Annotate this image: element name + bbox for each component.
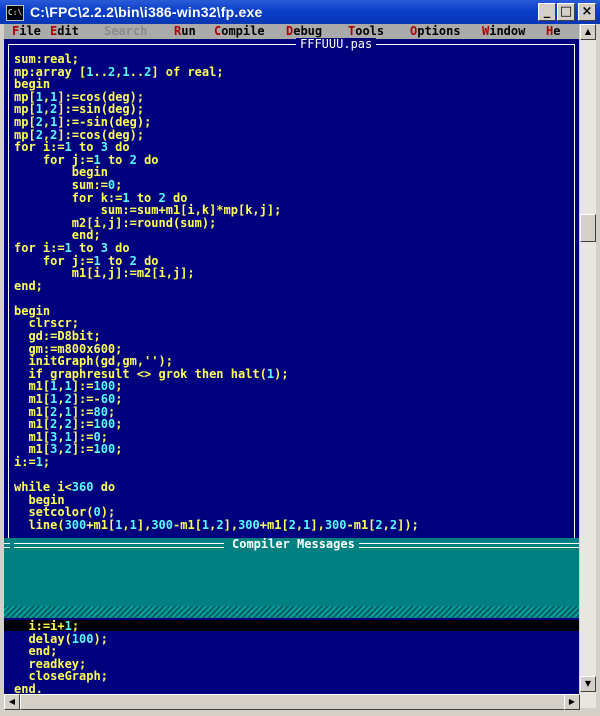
editor-code-bottom[interactable]: i:=i+1; delay(100); end; readkey; closeG… — [14, 620, 108, 696]
menu-item-7[interactable]: Options — [410, 25, 461, 38]
code-line[interactable]: m1[i,j]:=m2[i,j]; — [14, 267, 419, 280]
menu-item-2[interactable]: Search — [104, 25, 147, 38]
console-area[interactable]: File Edit Search Run Compile Debug Tools Option… — [4, 24, 579, 708]
minimize-button[interactable]: _ — [538, 3, 556, 21]
code-line[interactable]: for i:=1 to 3 do — [14, 141, 419, 154]
code-line[interactable]: gd:=D8bit; — [14, 330, 419, 343]
code-line[interactable]: sum:=sum+m1[i,k]*mp[k,j]; — [14, 204, 419, 217]
code-line[interactable]: i:=i+1; — [14, 620, 108, 633]
menu-item-8[interactable]: Window — [482, 25, 525, 38]
maximize-button[interactable]: □ — [557, 3, 575, 21]
close-button[interactable]: × — [578, 3, 596, 21]
editor-file-title[interactable]: FFFUUU.pas — [296, 38, 377, 51]
code-line[interactable]: m1[2,2]:=100; — [14, 418, 419, 431]
window-title: C:\FPC\2.2.2\bin\i386-win32\fp.exe — [30, 4, 263, 20]
horizontal-scrollbar[interactable]: ◀ ▶ — [4, 694, 580, 710]
ide-menu-bar: File Edit Search Run Compile Debug Tools Option… — [4, 24, 579, 39]
code-line[interactable]: sum:=0; — [14, 179, 419, 192]
menu-item-0[interactable]: File — [12, 25, 41, 38]
scroll-up-arrow-icon[interactable]: ▲ — [580, 24, 596, 40]
window-divider-hatch — [4, 606, 579, 618]
code-line[interactable]: mp:array [1..2,1..2] of real; — [14, 65, 419, 79]
scroll-thumb[interactable] — [580, 214, 596, 242]
console-app-icon[interactable]: C:\ — [6, 5, 24, 21]
menu-item-3[interactable]: Run — [174, 25, 196, 38]
editor-code-top[interactable]: sum:real; mp:array [1..2,1..2] of real; be… — [14, 53, 419, 532]
code-line[interactable]: mp[2,1]:=-sin(deg); — [14, 116, 419, 129]
horizontal-scroll-thumb[interactable] — [20, 694, 568, 710]
menu-item-4[interactable]: Compile — [214, 25, 265, 38]
code-line[interactable]: i:=1; — [14, 456, 419, 469]
menu-item-1[interactable]: Edit — [50, 25, 79, 38]
code-line[interactable]: sum:real; — [14, 53, 419, 66]
code-line[interactable]: initGraph(gd,gm,''); — [14, 355, 419, 368]
vertical-scrollbar[interactable]: ▲ ▼ — [580, 24, 596, 708]
compiler-messages-panel[interactable] — [4, 552, 579, 606]
code-line[interactable]: line(300+m1[1,1],300-m1[1,2],300+m1[2,1]… — [14, 519, 418, 532]
code-line[interactable] — [14, 292, 419, 305]
code-line[interactable]: m1[3,2]:=100; — [14, 443, 419, 456]
menu-item-9[interactable]: He — [546, 25, 560, 38]
code-line[interactable]: begin — [14, 78, 419, 91]
code-line[interactable]: m1[1,2]:=-60; — [14, 393, 419, 406]
compiler-messages-title-bar[interactable]: Compiler Messages — [4, 538, 579, 552]
code-line[interactable]: while i<360 do — [14, 481, 419, 494]
code-line[interactable]: end; — [14, 645, 108, 658]
scroll-left-arrow-icon[interactable]: ◀ — [4, 694, 20, 710]
scroll-down-arrow-icon[interactable]: ▼ — [580, 676, 596, 692]
scroll-right-arrow-icon[interactable]: ▶ — [564, 694, 580, 710]
code-line[interactable]: for i:=1 to 3 do — [14, 242, 419, 255]
code-line[interactable]: end; — [14, 280, 419, 293]
compiler-messages-title: Compiler Messages — [228, 538, 359, 551]
window-title-bar[interactable]: C:\ C:\FPC\2.2.2\bin\i386-win32\fp.exe _… — [0, 0, 600, 24]
